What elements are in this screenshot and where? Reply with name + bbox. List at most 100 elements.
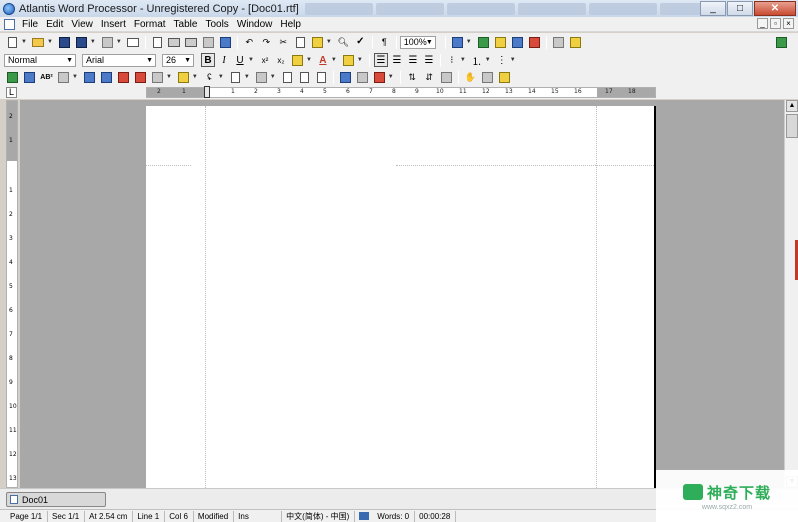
undo-button[interactable]: ↶ (243, 36, 256, 49)
ebook-button[interactable] (219, 36, 232, 49)
font-size-select[interactable]: 26 ▼ (162, 53, 194, 67)
menu-help[interactable]: Help (276, 19, 305, 30)
print-preview-button[interactable] (151, 36, 164, 49)
hyperlink-button[interactable] (511, 36, 524, 49)
document-tab[interactable]: Doc01 (6, 492, 106, 507)
comment-button[interactable] (117, 71, 130, 84)
autocorrect-button[interactable] (339, 71, 352, 84)
section-button[interactable] (255, 71, 268, 84)
vertical-scrollbar[interactable]: ▲ ▼ (784, 100, 798, 488)
maximize-button[interactable]: □ (727, 1, 753, 16)
doc-restore-button[interactable]: ▫ (770, 18, 781, 29)
highlight-dropdown-arrow[interactable]: ▼ (306, 57, 312, 63)
frame-button[interactable] (229, 71, 242, 84)
hyperlink-insert-button[interactable] (83, 71, 96, 84)
underline-button[interactable]: U (233, 53, 247, 67)
menu-edit[interactable]: Edit (42, 19, 67, 30)
status-insert-mode[interactable]: Ins (234, 510, 283, 522)
align-center-button[interactable]: ☰ (390, 53, 404, 67)
insert-object-button[interactable] (477, 36, 490, 49)
menu-file[interactable]: File (18, 19, 42, 30)
superscript-button[interactable]: x² (258, 53, 272, 67)
document-page[interactable] (146, 106, 656, 488)
symbol-button[interactable]: AB² (40, 71, 53, 84)
print-dropdown-arrow[interactable]: ▼ (116, 39, 122, 45)
section-dropdown-arrow[interactable]: ▼ (270, 74, 276, 80)
hand-tool-button[interactable]: ✋ (464, 71, 477, 84)
home-button[interactable] (569, 36, 582, 49)
picture-button[interactable] (23, 71, 36, 84)
columns-button[interactable] (57, 71, 70, 84)
sort-button[interactable]: ⇅ (406, 71, 419, 84)
tab-stop-selector[interactable]: L (6, 87, 17, 98)
new-dropdown-arrow[interactable]: ▼ (21, 39, 27, 45)
email-button[interactable] (127, 36, 140, 49)
numbering-dropdown-arrow[interactable]: ▼ (485, 57, 491, 63)
print-button[interactable] (168, 36, 181, 49)
close-button[interactable]: ✕ (754, 1, 796, 16)
footnote-button[interactable] (134, 71, 147, 84)
word-count-dropdown-arrow[interactable]: ▼ (388, 74, 394, 80)
view-button[interactable] (451, 36, 464, 49)
outline-button[interactable]: ⋮ (495, 53, 509, 67)
view-dropdown-arrow[interactable]: ▼ (466, 39, 472, 45)
minimize-button[interactable]: _ (700, 1, 726, 16)
header-dropdown-arrow[interactable]: ▼ (166, 74, 172, 80)
help-button[interactable] (552, 36, 565, 49)
open-button[interactable] (32, 36, 45, 49)
case-button[interactable] (440, 71, 453, 84)
autotext-button[interactable] (356, 71, 369, 84)
field-dropdown-arrow[interactable]: ▼ (192, 74, 198, 80)
open-dropdown-arrow[interactable]: ▼ (47, 39, 53, 45)
save-dropdown-arrow[interactable]: ▼ (90, 39, 96, 45)
align-left-button[interactable]: ☰ (373, 53, 388, 67)
hyphen-button[interactable]: ʢ (203, 71, 216, 84)
style-select[interactable]: Normal ▼ (4, 53, 76, 67)
table-button[interactable] (6, 71, 19, 84)
copy-button[interactable] (294, 36, 307, 49)
new-document-button[interactable] (6, 36, 19, 49)
show-marks-button[interactable]: ¶ (378, 36, 391, 49)
redo-button[interactable]: ↷ (260, 36, 273, 49)
font-select[interactable]: Arial ▼ (82, 53, 156, 67)
font-color-button[interactable]: A (316, 53, 330, 67)
pencil-button[interactable] (498, 71, 511, 84)
print-file-button[interactable] (185, 36, 198, 49)
save-as-button[interactable] (75, 36, 88, 49)
subscript-button[interactable]: x₂ (274, 53, 288, 67)
menu-tools[interactable]: Tools (201, 19, 232, 30)
find-button[interactable]: 🔍︎ (337, 36, 350, 49)
status-ime[interactable]: 中文(简体) - 中国) (282, 510, 356, 522)
zoom-select[interactable]: 100% ▼ (399, 35, 436, 49)
font-color-dropdown-arrow[interactable]: ▼ (331, 57, 337, 63)
column-break-button[interactable] (298, 71, 311, 84)
line-break-button[interactable] (315, 71, 328, 84)
columns-dropdown-arrow[interactable]: ▼ (72, 74, 78, 80)
paste-button[interactable] (311, 36, 324, 49)
format-painter-dropdown-arrow[interactable]: ▼ (357, 57, 363, 63)
cut-button[interactable]: ✂ (277, 36, 290, 49)
menu-table[interactable]: Table (170, 19, 202, 30)
options-button[interactable] (528, 36, 541, 49)
insert-image-button[interactable] (494, 36, 507, 49)
outline-dropdown-arrow[interactable]: ▼ (510, 57, 516, 63)
vertical-ruler[interactable]: 2 1 1 2 3 4 5 6 7 8 9 10 11 12 13 (6, 100, 18, 488)
numbering-button[interactable]: ⒈ (470, 53, 484, 68)
bullets-dropdown-arrow[interactable]: ▼ (460, 57, 466, 63)
header-button[interactable] (151, 71, 164, 84)
bookmark-button[interactable] (100, 71, 113, 84)
underline-dropdown-arrow[interactable]: ▼ (248, 57, 254, 63)
highlight-button[interactable] (291, 54, 304, 67)
menu-window[interactable]: Window (233, 19, 277, 30)
field-button[interactable] (177, 71, 190, 84)
bullets-button[interactable]: ⁝ (445, 53, 459, 67)
toolbar-options-button[interactable] (775, 36, 788, 49)
save-button[interactable] (58, 36, 71, 49)
security-button[interactable] (481, 71, 494, 84)
doc-close-button[interactable]: × (783, 18, 794, 29)
indent-marker[interactable] (204, 86, 210, 98)
menu-format[interactable]: Format (130, 19, 170, 30)
paste-dropdown-arrow[interactable]: ▼ (326, 39, 332, 45)
bold-button[interactable]: B (201, 53, 215, 67)
sort-desc-button[interactable]: ⇵ (423, 71, 436, 84)
